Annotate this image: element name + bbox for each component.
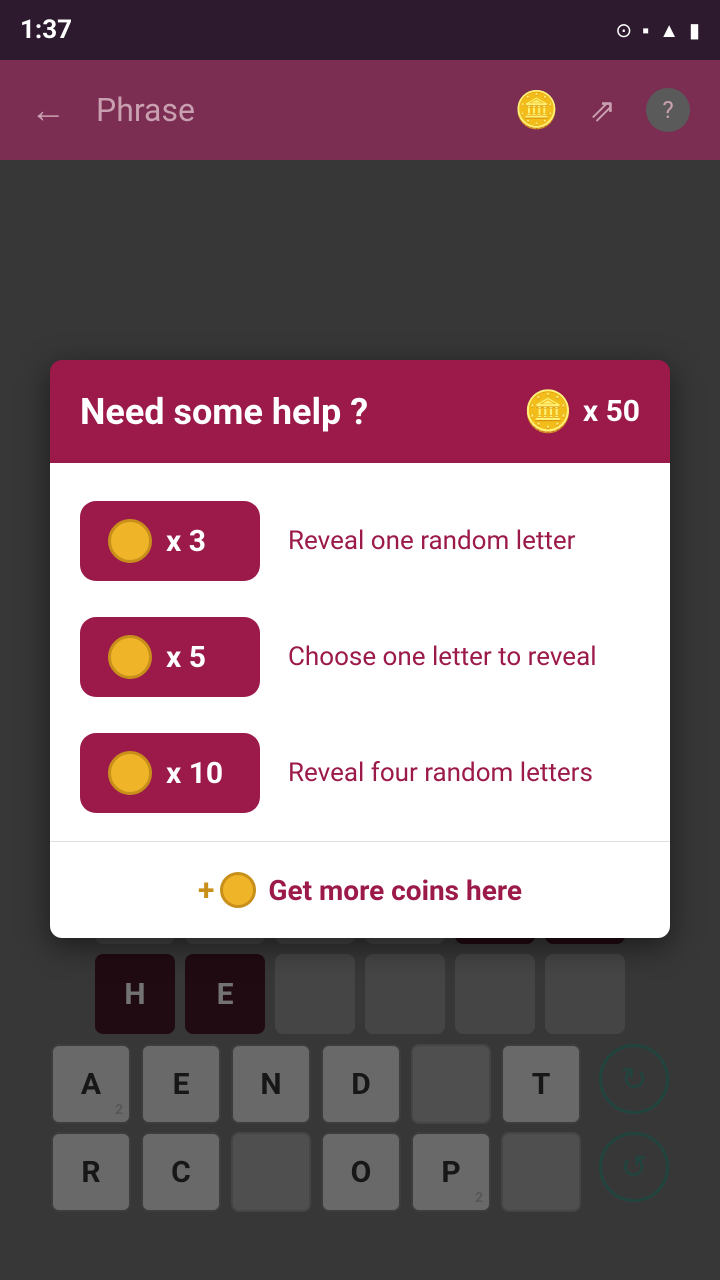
notification-icon: ⊙ bbox=[615, 18, 632, 42]
dialog-coins: 🪙 x 50 bbox=[523, 388, 640, 435]
help-desc-3: Reveal four random letters bbox=[288, 755, 640, 791]
cost-button-1[interactable]: x 3 bbox=[80, 501, 260, 581]
coin-icon-3 bbox=[108, 751, 152, 795]
help-desc-1: Reveal one random letter bbox=[288, 523, 640, 559]
dialog-title: Need some help ? bbox=[80, 391, 368, 433]
help-dialog: Need some help ? 🪙 x 50 x 3 Reveal one r… bbox=[50, 360, 670, 938]
status-bar: 1:37 ⊙ ▪ ▲ ▮ bbox=[0, 0, 720, 60]
coin-icon-2 bbox=[108, 635, 152, 679]
plus-coin-icon: + bbox=[198, 872, 256, 908]
cost-button-2[interactable]: x 5 bbox=[80, 617, 260, 697]
help-option-2[interactable]: x 5 Choose one letter to reveal bbox=[50, 599, 670, 715]
game-area: Need some help ? 🪙 x 50 x 3 Reveal one r… bbox=[0, 160, 720, 1280]
coin-icon-1 bbox=[108, 519, 152, 563]
cost-label-2: x 5 bbox=[166, 640, 206, 675]
coin-small-icon bbox=[220, 872, 256, 908]
coins-stack-icon: 🪙 bbox=[523, 388, 573, 435]
coins-button[interactable]: 🪙 bbox=[514, 89, 559, 131]
status-icons: ⊙ ▪ ▲ ▮ bbox=[615, 18, 700, 43]
dialog-header: Need some help ? 🪙 x 50 bbox=[50, 360, 670, 463]
signal-icon: ▲ bbox=[659, 18, 679, 43]
back-button[interactable]: ← bbox=[30, 89, 66, 131]
cost-label-3: x 10 bbox=[166, 756, 223, 791]
coins-balance: x 50 bbox=[583, 394, 640, 429]
sim-icon: ▪ bbox=[642, 18, 649, 43]
page-title: Phrase bbox=[96, 91, 514, 129]
share-button[interactable]: ⇗ bbox=[589, 91, 616, 129]
cost-label-1: x 3 bbox=[166, 524, 206, 559]
battery-icon: ▮ bbox=[689, 18, 700, 42]
dialog-body: x 3 Reveal one random letter x 5 Choose … bbox=[50, 463, 670, 938]
plus-icon: + bbox=[198, 873, 214, 908]
cost-button-3[interactable]: x 10 bbox=[80, 733, 260, 813]
top-bar: ← Phrase 🪙 ⇗ ? bbox=[0, 60, 720, 160]
get-more-coins-button[interactable]: + Get more coins here bbox=[50, 842, 670, 938]
help-desc-2: Choose one letter to reveal bbox=[288, 639, 640, 675]
top-bar-actions: 🪙 ⇗ ? bbox=[514, 88, 690, 132]
get-more-label: Get more coins here bbox=[268, 874, 522, 907]
help-option-3[interactable]: x 10 Reveal four random letters bbox=[50, 715, 670, 831]
help-button[interactable]: ? bbox=[646, 88, 690, 132]
status-time: 1:37 bbox=[20, 15, 72, 45]
help-option-1[interactable]: x 3 Reveal one random letter bbox=[50, 483, 670, 599]
